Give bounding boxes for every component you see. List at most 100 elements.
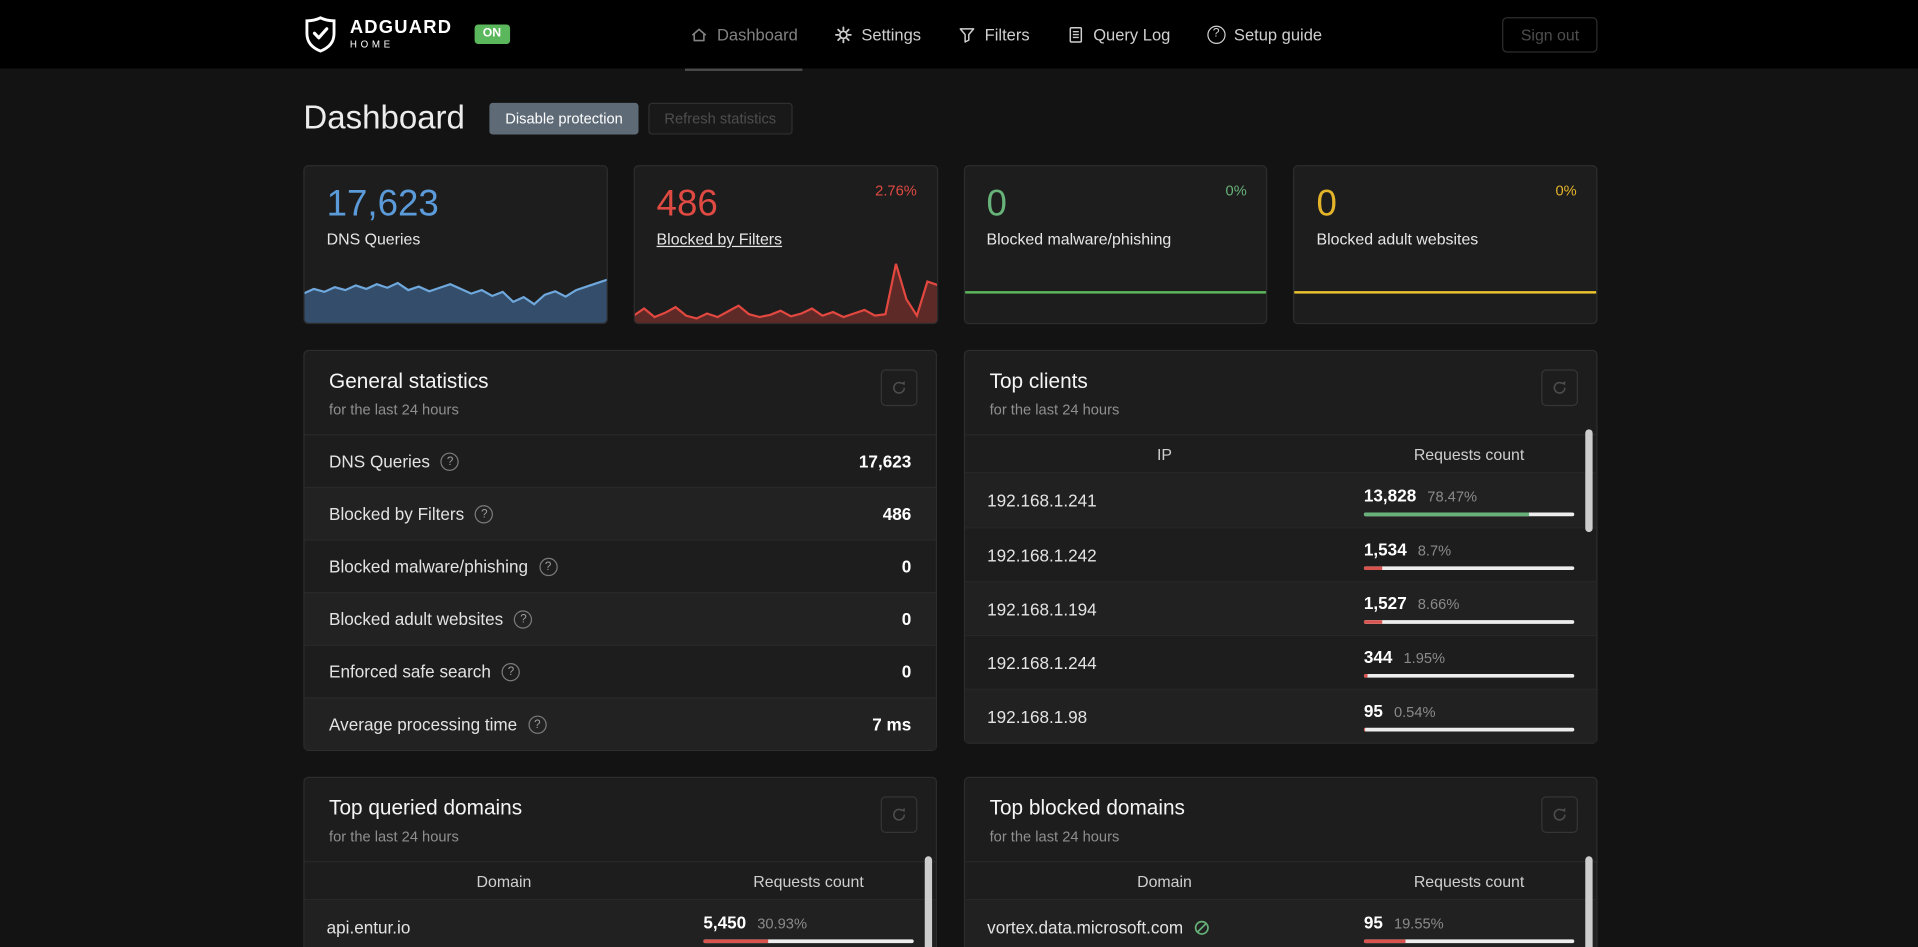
blocked-by-filters-link[interactable]: Blocked by Filters <box>657 230 915 248</box>
nav-label: Filters <box>984 25 1030 44</box>
scrollbar-thumb[interactable] <box>1585 429 1593 533</box>
top-blocked-subtitle: for the last 24 hours <box>989 828 1120 846</box>
brand-name: ADGUARD <box>349 17 453 38</box>
nav-item-settings[interactable]: Settings <box>834 0 921 68</box>
domain-row: api.entur.io 5,450 30.93% <box>304 900 936 947</box>
client-count: 1,527 <box>1363 593 1407 613</box>
top-queried-subtitle: for the last 24 hours <box>329 828 459 846</box>
refresh-icon <box>893 381 906 394</box>
domain-percent: 30.93% <box>757 914 808 932</box>
progress-bar <box>1363 620 1575 624</box>
blocked-by-filters-card: 2.76% 486 Blocked by Filters <box>633 165 938 325</box>
stat-row-value: 0 <box>901 661 912 682</box>
domain-count: 5,450 <box>703 911 747 932</box>
client-ip[interactable]: 192.168.1.194 <box>965 599 1364 619</box>
blocked-malware-card: 0% 0 Blocked malware/phishing <box>963 165 1268 325</box>
adguard-home-logo[interactable]: ADGUARD HOME ON <box>303 15 510 54</box>
stat-row: Blocked by Filters? 486 <box>304 486 936 540</box>
brand-subname: HOME <box>349 39 394 51</box>
refresh-icon <box>1553 381 1566 394</box>
protection-status-badge: ON <box>474 24 510 45</box>
stat-row-value: 0 <box>901 556 912 577</box>
client-ip[interactable]: 192.168.1.242 <box>965 545 1364 565</box>
domain-count: 95 <box>1363 911 1383 932</box>
client-percent: 78.47% <box>1427 487 1478 505</box>
blocked-adult-flatline <box>1294 291 1597 294</box>
stat-row: Blocked malware/phishing? 0 <box>304 539 936 592</box>
client-ip[interactable]: 192.168.1.241 <box>965 491 1364 511</box>
client-ip[interactable]: 192.168.1.244 <box>965 653 1364 673</box>
blocked-adult-value: 0 <box>1316 183 1337 224</box>
client-row: 192.168.1.242 1,534 8.7% <box>965 527 1597 581</box>
progress-bar <box>1363 566 1575 571</box>
general-statistics-card: General statistics for the last 24 hours… <box>303 349 937 752</box>
help-icon[interactable]: ? <box>475 504 494 523</box>
client-count: 95 <box>1363 700 1383 721</box>
top-blocked-rows: vortex.data.microsoft.com 95 19.55% <box>965 900 1597 947</box>
column-header-domain: Domain <box>1137 871 1192 890</box>
progress-bar <box>1363 938 1575 943</box>
client-percent: 8.66% <box>1417 595 1460 613</box>
blocked-adult-percent: 0% <box>1555 182 1577 200</box>
dns-queries-value: 17,623 <box>326 183 439 224</box>
client-percent: 1.95% <box>1403 649 1446 667</box>
domain-percent: 19.55% <box>1393 914 1444 932</box>
sign-out-button[interactable]: Sign out <box>1502 16 1598 52</box>
progress-bar <box>1363 511 1575 516</box>
domain-row: vortex.data.microsoft.com 95 19.55% <box>965 900 1597 947</box>
client-row: 192.168.1.244 344 1.95% <box>965 634 1597 689</box>
blocked-adult-label: Blocked adult websites <box>1316 229 1479 249</box>
blocked-domain[interactable]: vortex.data.microsoft.com <box>987 917 1183 937</box>
nav-label: Settings <box>861 25 922 44</box>
nav-item-dashboard[interactable]: Dashboard <box>685 0 803 71</box>
stat-row-label: Blocked by Filters <box>329 503 465 524</box>
refresh-card-button[interactable] <box>1541 796 1578 834</box>
page: ADGUARD HOME ON Dashboard Settings Filte… <box>0 0 1918 947</box>
top-clients-card: Top clients for the last 24 hours IP Req… <box>963 349 1598 744</box>
dns-queries-card: 17,623 DNS Queries <box>303 165 608 325</box>
top-queried-rows: api.entur.io 5,450 30.93% <box>304 900 936 947</box>
stat-row-value: 17,623 <box>858 451 912 471</box>
refresh-icon <box>1553 808 1566 821</box>
nav-item-setup-guide[interactable]: ? Setup guide <box>1207 0 1322 68</box>
queried-domain[interactable]: api.entur.io <box>305 917 704 937</box>
client-percent: 8.7% <box>1417 541 1452 560</box>
nav-item-filters[interactable]: Filters <box>958 0 1030 68</box>
dashboard-content: Dashboard Disable protection Refresh sta… <box>303 99 1598 947</box>
refresh-card-button[interactable] <box>880 369 918 407</box>
client-ip[interactable]: 192.168.1.98 <box>965 706 1364 726</box>
general-statistics-rows: DNS Queries? 17,623 Blocked by Filters? … <box>304 434 936 750</box>
refresh-statistics-button[interactable]: Refresh statistics <box>648 102 793 134</box>
blocked-malware-value: 0 <box>986 183 1007 224</box>
nav-label: Query Log <box>1093 25 1171 44</box>
top-clients-title: Top clients <box>989 369 1088 393</box>
main-nav: Dashboard Settings Filters Query Log ? S… <box>510 0 1503 71</box>
progress-bar <box>1363 727 1575 732</box>
nav-label: Setup guide <box>1233 25 1323 44</box>
disable-protection-button[interactable]: Disable protection <box>489 102 639 134</box>
help-icon[interactable]: ? <box>528 714 547 734</box>
client-count: 1,534 <box>1363 539 1407 560</box>
top-queried-header: Domain Requests count <box>304 861 936 901</box>
gear-icon <box>835 25 853 43</box>
nav-label: Dashboard <box>716 25 798 44</box>
top-queried-title: Top queried domains <box>329 796 523 820</box>
client-row: 192.168.1.98 95 0.54% <box>965 688 1597 743</box>
refresh-card-button[interactable] <box>880 796 918 834</box>
general-statistics-title: General statistics <box>329 369 489 393</box>
stat-row-label: Average processing time <box>329 714 518 734</box>
top-blocked-title: Top blocked domains <box>989 796 1185 820</box>
help-icon[interactable]: ? <box>514 609 533 629</box>
blocked-by-filters-sparkline <box>634 253 937 323</box>
scrollbar-thumb[interactable] <box>1585 856 1593 947</box>
client-percent: 0.54% <box>1393 703 1436 721</box>
nav-item-query-log[interactable]: Query Log <box>1066 0 1170 68</box>
dns-queries-sparkline <box>304 265 607 323</box>
help-icon[interactable]: ? <box>440 451 460 471</box>
refresh-card-button[interactable] <box>1541 369 1578 407</box>
help-icon[interactable]: ? <box>501 662 521 681</box>
help-icon[interactable]: ? <box>538 557 558 576</box>
shield-check-icon <box>305 16 336 53</box>
dns-queries-label: DNS Queries <box>326 229 421 249</box>
scrollbar-thumb[interactable] <box>924 856 933 947</box>
